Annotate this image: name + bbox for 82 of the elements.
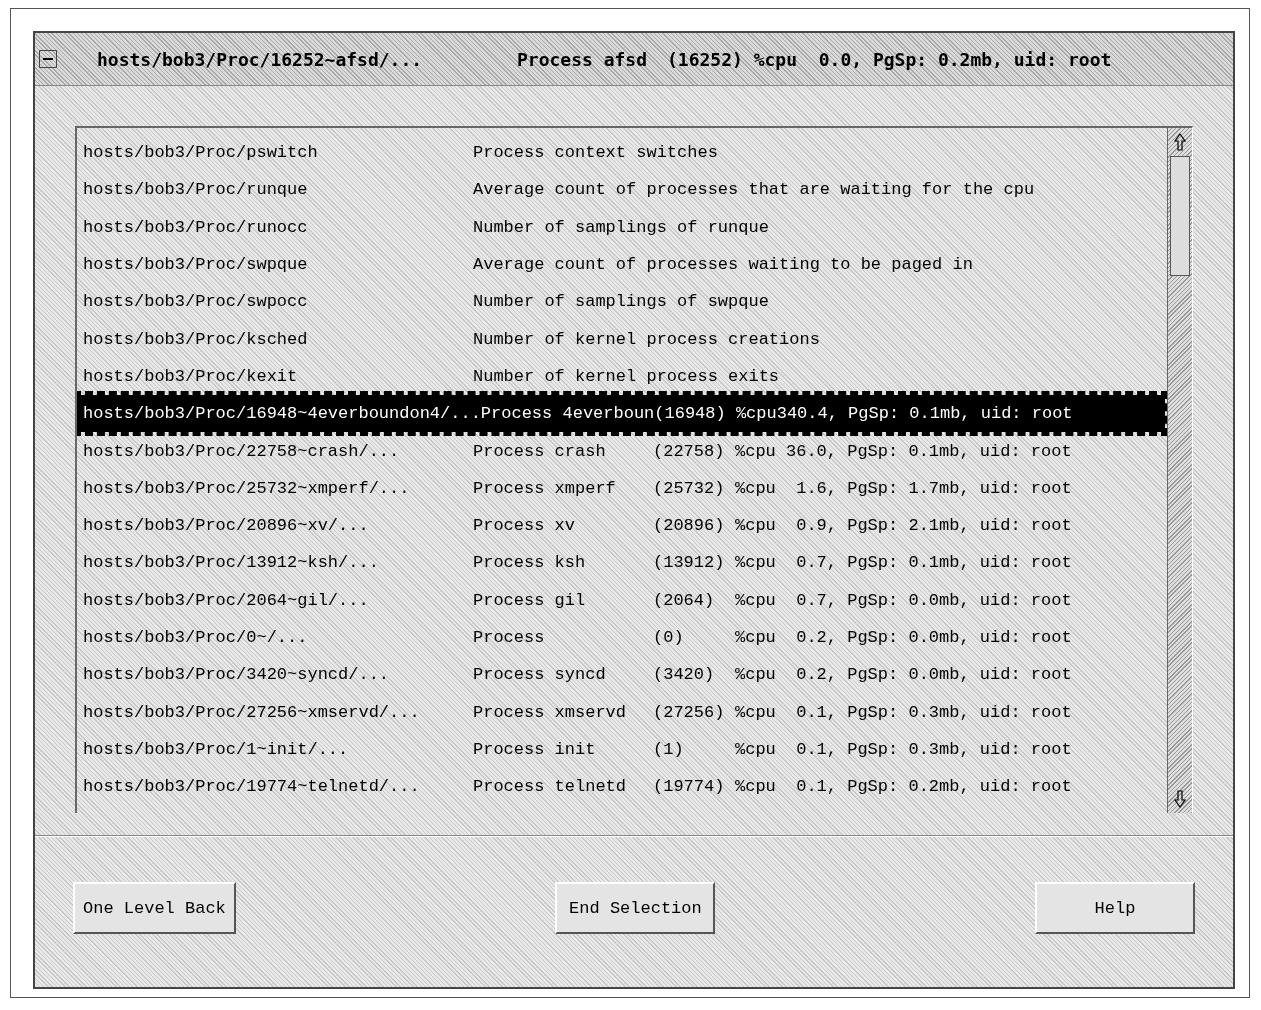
- window-title-process: Process afsd: [517, 48, 649, 70]
- item-description: Number of kernel process creations: [473, 329, 820, 349]
- item-description: Average count of processes that are waiting for the cpu: [473, 180, 1035, 200]
- list-item[interactable]: hosts/bob3/Proc/13912~ksh/... Process ksh (13912) %cpu 0.7, PgSp: 0.1mb, uid: root: [77, 544, 1167, 582]
- item-path: hosts/bob3/Proc/20896~xv/...: [83, 516, 370, 536]
- scrollbar[interactable]: [1167, 128, 1192, 813]
- item-pid: (0): [653, 628, 685, 647]
- item-stats: %cpu 0.2, PgSp: 0.0mb, uid: root: [735, 628, 1072, 647]
- list-item[interactable]: hosts/bob3/Proc/19774~telnetd/... Process telnetd (19774) %cpu 0.1, PgSp: 0.2mb, uid: root: [77, 768, 1167, 806]
- item-path: hosts/bob3/Proc/0~/...: [83, 628, 309, 647]
- scroll-thumb[interactable]: [1170, 156, 1190, 276]
- item-process: Process crash: [473, 441, 607, 461]
- item-stats: %cpu 0.1, PgSp: 0.2mb, uid: root: [735, 777, 1072, 797]
- item-path: hosts/bob3/Proc/pswitch: [83, 143, 319, 163]
- item-stats: %cpu 0.1, PgSp: 0.3mb, uid: root: [735, 702, 1072, 722]
- item-process: Process ksh: [473, 553, 587, 573]
- item-process: Process: [473, 628, 546, 647]
- list-item[interactable]: hosts/bob3/Proc/22758~crash/... Process crash (22758) %cpu 36.0, PgSp: 0.1mb, uid: root: [77, 432, 1167, 470]
- list-item[interactable]: hosts/bob3/Proc/1~init/... Process init (1) %cpu 0.1, PgSp: 0.3mb, uid: root: [77, 730, 1167, 769]
- scroll-up-icon[interactable]: [1173, 132, 1187, 152]
- item-pid: (20896): [653, 516, 726, 536]
- item-description: Number of samplings of runque: [473, 217, 769, 237]
- item-path: hosts/bob3/Proc/25732~xmperf/...: [83, 478, 411, 498]
- item-description: Process context switches: [473, 143, 718, 163]
- list-item[interactable]: hosts/bob3/Proc/0~/... Process (0) %cpu 0.2, PgSp: 0.0mb, uid: root: [77, 618, 1167, 657]
- list-item[interactable]: hosts/bob3/Proc/runocc Number of samplings of runque: [77, 208, 1167, 246]
- item-stats: %cpu 1.6, PgSp: 1.7mb, uid: root: [735, 478, 1072, 498]
- item-path: hosts/bob3/Proc/22758~crash/...: [83, 441, 401, 461]
- item-description: Average count of processes waiting to be paged in: [473, 255, 973, 275]
- item-path: hosts/bob3/Proc/1~init/...: [83, 739, 350, 759]
- item-process: Process telnetd: [473, 777, 628, 797]
- dialog-button[interactable]: End Selection: [555, 882, 716, 934]
- list-item[interactable]: hosts/bob3/Proc/kexit Number of kernel process exits: [77, 357, 1167, 396]
- item-path: hosts/bob3/Proc/13912~ksh/...: [83, 553, 380, 573]
- item-process: Process syncd: [473, 665, 607, 685]
- item-pid: (2064): [653, 590, 716, 610]
- list-item[interactable]: hosts/bob3/Proc/20896~xv/... Process xv (20896) %cpu 0.9, PgSp: 2.1mb, uid: root: [77, 506, 1167, 545]
- list-item[interactable]: hosts/bob3/Proc/ksched Number of kernel process creations: [77, 320, 1167, 358]
- item-stats: %cpu 36.0, PgSp: 0.1mb, uid: root: [735, 441, 1072, 461]
- item-stats: %cpu 0.1, PgSp: 0.3mb, uid: root: [735, 739, 1072, 759]
- item-process: Process xmperf: [473, 478, 617, 498]
- list-item[interactable]: hosts/bob3/Proc/runque Average count of processes that are waiting for the cpu: [77, 171, 1167, 209]
- item-path: hosts/bob3/Proc/27256~xmservd/...: [83, 702, 421, 722]
- item-path: hosts/bob3/Proc/kexit: [83, 366, 299, 386]
- item-stats: %cpu 0.9, PgSp: 2.1mb, uid: root: [735, 516, 1072, 536]
- list-item[interactable]: hosts/bob3/Proc/27256~xmservd/... Process xmservd (27256) %cpu 0.1, PgSp: 0.3mb, uid: root: [77, 693, 1167, 731]
- scroll-down-icon[interactable]: [1173, 789, 1187, 809]
- item-path: hosts/bob3/Proc/swpocc: [83, 292, 309, 312]
- item-path: hosts/bob3/Proc/ksched: [83, 329, 309, 349]
- item-stats: %cpu 0.7, PgSp: 0.1mb, uid: root: [735, 553, 1072, 573]
- item-description: Number of samplings of swpque: [473, 292, 769, 312]
- item-path: hosts/bob3/Proc/runque: [83, 180, 309, 200]
- dialog-button[interactable]: Help: [1035, 882, 1195, 934]
- window-menu-icon[interactable]: [39, 50, 57, 68]
- item-pid: (22758): [653, 441, 726, 461]
- item-pid: (25732): [653, 478, 726, 498]
- item-pid: (27256): [653, 702, 726, 722]
- item-path: hosts/bob3/Proc/2064~gil/...: [83, 590, 370, 610]
- item-pid: (13912): [653, 553, 726, 573]
- item-description: Number of kernel process exits: [473, 366, 780, 386]
- item-pid: (19774): [653, 777, 726, 797]
- item-pid: (1): [653, 739, 685, 759]
- list-item[interactable]: hosts/bob3/Proc/3420~syncd/... Process syncd (3420) %cpu 0.2, PgSp: 0.0mb, uid: root: [77, 656, 1167, 694]
- item-path: hosts/bob3/Proc/3420~syncd/...: [83, 665, 391, 685]
- item-path: hosts/bob3/Proc/swpque: [83, 255, 309, 275]
- item-process: Process gil: [473, 590, 587, 610]
- item-stats: %cpu 0.2, PgSp: 0.0mb, uid: root: [735, 665, 1072, 685]
- dialog-button[interactable]: One Level Back: [73, 882, 236, 934]
- item-path: hosts/bob3/Proc/runocc: [83, 217, 309, 237]
- item-path: hosts/bob3/Proc/19774~telnetd/...: [83, 777, 421, 797]
- list-item[interactable]: hosts/bob3/Proc/swpocc Number of samplings of swpque: [77, 283, 1167, 321]
- item-process: Process xv: [473, 516, 577, 536]
- item-stats: %cpu 0.7, PgSp: 0.0mb, uid: root: [735, 590, 1072, 610]
- window-title-stats: (16252) %cpu 0.0, PgSp: 0.2mb, uid: root: [667, 48, 1112, 70]
- list-item[interactable]: hosts/bob3/Proc/2064~gil/... Process gil (2064) %cpu 0.7, PgSp: 0.0mb, uid: root: [77, 581, 1167, 619]
- item-pid: (3420): [653, 665, 716, 685]
- list-item[interactable]: hosts/bob3/Proc/25732~xmperf/... Process xmperf (25732) %cpu 1.6, PgSp: 1.7mb, uid: root: [77, 469, 1167, 507]
- item-process: Process init: [473, 739, 597, 759]
- list-item[interactable]: hosts/bob3/Proc/pswitch Process context switches: [77, 134, 1167, 172]
- window-title: hosts/bob3/Proc/16252~afsd/...: [97, 48, 424, 70]
- list-item[interactable]: hosts/bob3/Proc/swpque Average count of processes waiting to be paged in: [77, 245, 1167, 284]
- item-process: Process xmservd: [473, 702, 628, 722]
